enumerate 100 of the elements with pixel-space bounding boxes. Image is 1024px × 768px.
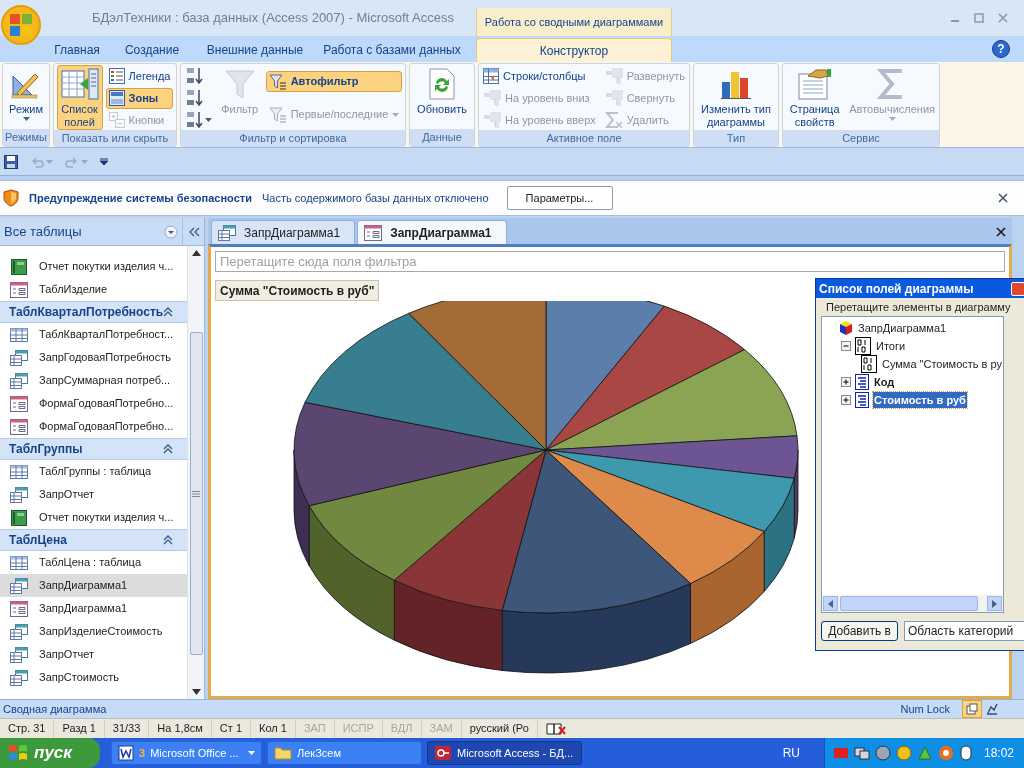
expand-toggle[interactable] xyxy=(841,376,852,388)
add-button[interactable]: Добавить в xyxy=(821,621,898,641)
scroll-left-icon[interactable] xyxy=(828,599,833,608)
area-dropdown[interactable]: Область категорий xyxy=(904,621,1024,641)
scroll-thumb[interactable] xyxy=(840,596,978,611)
save-button[interactable] xyxy=(2,152,20,171)
funnel-icon xyxy=(223,68,256,100)
redo-icon xyxy=(65,154,79,169)
language-indicator[interactable]: RU xyxy=(782,744,800,762)
document-tab[interactable]: ЗапрДиаграмма1 xyxy=(211,220,356,244)
close-button[interactable] xyxy=(1011,281,1024,296)
taskbar-button[interactable]: Microsoft Access - БД... xyxy=(427,741,582,765)
data-field-button[interactable]: Сумма "Стоимость в руб" xyxy=(215,280,380,301)
status-cell: 31/33 xyxy=(104,719,150,738)
maximize-icon[interactable] xyxy=(974,13,984,23)
grid-arrow-icon xyxy=(60,68,99,100)
query-icon xyxy=(10,486,28,503)
group-header[interactable]: ТаблКварталПотребность xyxy=(0,301,188,323)
group-label: Активное поле xyxy=(479,130,689,147)
ribbon-button[interactable]: Легенда xyxy=(105,65,174,87)
office-logo-icon xyxy=(9,13,33,37)
contextual-tab-header: Работа со сводными диаграммами xyxy=(476,8,672,36)
options-button[interactable]: Параметры... xyxy=(506,186,613,210)
status-cell: Разд 1 xyxy=(54,719,105,738)
binary-icon xyxy=(855,337,871,355)
ribbon-button[interactable]: Список полей xyxy=(56,65,103,130)
query-icon xyxy=(10,349,28,366)
ribbon-tab[interactable]: Внешние данные xyxy=(192,38,318,62)
ribbon-tab[interactable]: Конструктор xyxy=(476,38,672,62)
ribbon-button[interactable]: Автофильтр xyxy=(265,71,403,92)
close-icon[interactable] xyxy=(998,193,1008,203)
close-icon[interactable] xyxy=(996,227,1006,237)
scroll-thumb[interactable] xyxy=(189,332,203,655)
help-button[interactable]: ? xyxy=(992,40,1010,58)
group-header[interactable]: ТаблЦена xyxy=(0,529,188,551)
tree-item-label: Итоги xyxy=(875,338,907,354)
dropdown-icon xyxy=(164,224,178,239)
tree-item[interactable]: Итоги xyxy=(855,337,907,355)
ribbon-button[interactable]: Зоны xyxy=(105,87,174,109)
status-cell: русский (Ро xyxy=(461,719,538,738)
group-header[interactable]: ТаблГруппы xyxy=(0,438,188,460)
status-cell: ЗАП xyxy=(295,719,335,738)
ribbon-tab[interactable]: Главная xyxy=(42,38,112,62)
ribbon-button[interactable]: Страница свойств xyxy=(785,65,845,130)
tree-icon xyxy=(483,90,502,106)
group-label: Фильтр и сортировка xyxy=(181,130,405,147)
caret-icon xyxy=(46,159,53,164)
scrollbar[interactable] xyxy=(187,246,204,699)
tree-icon xyxy=(604,68,623,84)
ribbon-button[interactable]: Режим xyxy=(5,65,47,129)
panel-icon xyxy=(108,90,125,106)
status-cell: ЗАМ xyxy=(421,719,462,738)
start-button[interactable]: пуск xyxy=(0,738,100,768)
expand-toggle[interactable] xyxy=(841,394,852,406)
form-icon xyxy=(10,395,28,412)
tray-icon[interactable] xyxy=(958,745,973,761)
cube-icon xyxy=(839,320,853,336)
ribbon-tab[interactable]: Создание xyxy=(112,38,192,62)
status-cell: ВДЛ xyxy=(382,719,422,738)
query-icon xyxy=(10,623,28,640)
report-icon xyxy=(11,258,27,275)
tree-item[interactable]: Сумма "Стоимость в ру xyxy=(860,355,1003,373)
collapse-toggle[interactable] xyxy=(841,340,852,352)
nav-item[interactable]: ЗапрДиаграмма1 xyxy=(0,574,188,597)
horizontal-scrollbar[interactable] xyxy=(822,595,1003,612)
chevrons-up-icon xyxy=(163,535,174,545)
shield-icon xyxy=(3,189,19,207)
tree-item[interactable]: ЗапрДиаграмма1 xyxy=(839,319,948,337)
scroll-right-icon[interactable] xyxy=(992,599,997,608)
sort-icon xyxy=(185,67,204,85)
form-icon xyxy=(10,600,28,617)
report-icon xyxy=(11,509,27,526)
document-tab[interactable]: ЗапрДиаграмма1 xyxy=(357,220,507,244)
refresh-icon xyxy=(429,68,455,100)
collapse-pane-icon[interactable] xyxy=(188,226,200,237)
status-cell: Стр. 31 xyxy=(0,719,55,738)
taskbar-button[interactable]: ЛекЗсем xyxy=(267,741,422,765)
scroll-down-icon[interactable] xyxy=(191,689,201,695)
tray-icon[interactable] xyxy=(874,745,891,761)
ribbon-button[interactable]: Строки/столбцы xyxy=(480,65,599,87)
ribbon-button[interactable]: Обновить xyxy=(412,65,472,129)
tray-icon[interactable] xyxy=(937,745,954,761)
view-button[interactable] xyxy=(962,700,982,718)
taskbar-button[interactable]: 3 Microsoft Office ... xyxy=(111,741,262,765)
group-label: Режимы xyxy=(3,129,49,146)
tree-item[interactable]: Код xyxy=(855,373,896,391)
caret-icon xyxy=(888,117,896,121)
ribbon-tab[interactable]: Работа с базами данных xyxy=(318,38,466,62)
hint-text: Перетащите элементы в диаграмму xyxy=(825,299,1012,315)
scroll-up-icon[interactable] xyxy=(191,250,201,256)
query-icon xyxy=(10,577,28,594)
security-warning-title: Предупреждение системы безопасности xyxy=(29,190,252,206)
field-icon xyxy=(855,392,869,408)
caret-icon xyxy=(204,118,212,122)
tray-icon[interactable] xyxy=(853,745,870,761)
ribbon-button[interactable]: Изменить тип диаграммы xyxy=(696,65,776,130)
tree-item[interactable]: Стоимость в руб xyxy=(855,391,967,409)
key-icon xyxy=(434,745,452,761)
windows-logo-icon xyxy=(8,744,28,762)
status-cell: Ст 1 xyxy=(211,719,251,738)
